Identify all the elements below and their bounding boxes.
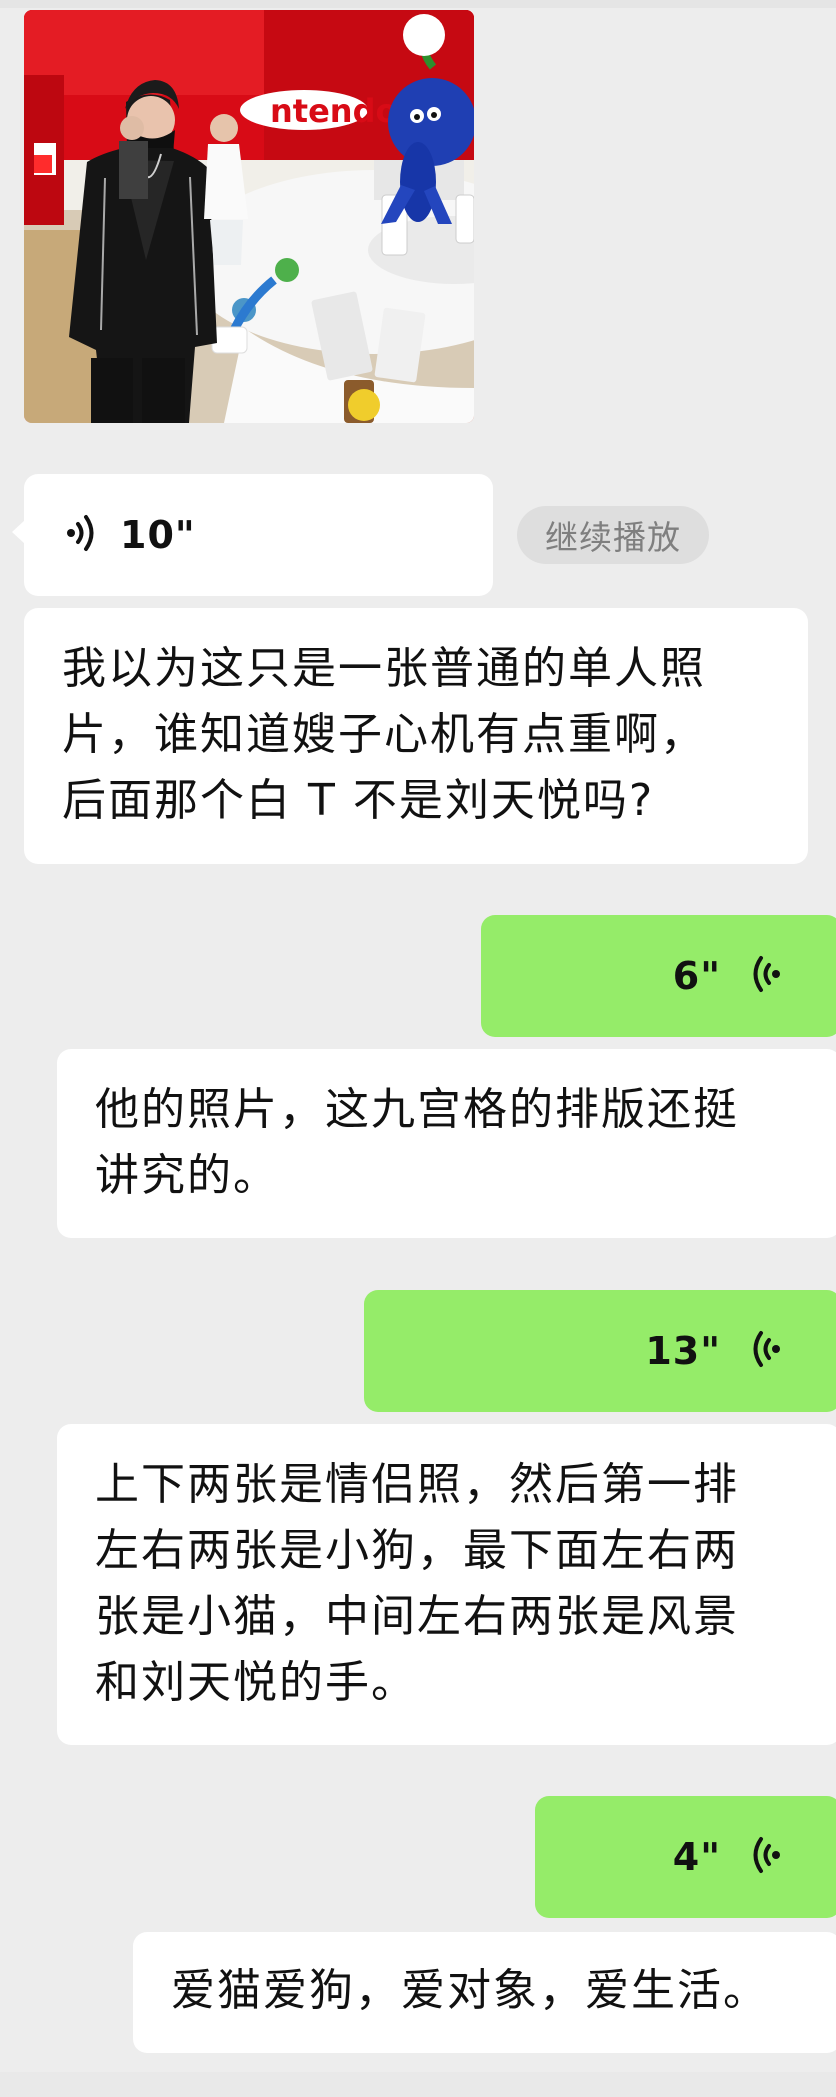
voice-duration: 13" xyxy=(645,1329,721,1373)
chat-screen: ntendo 10" 继续播放 我以为这只是一张普通的单人照 片，谁知道嫂子心机… xyxy=(0,0,836,2097)
voice-duration: 4" xyxy=(672,1835,721,1879)
voice-wave-icon xyxy=(749,1835,781,1879)
voice-wave-icon xyxy=(749,1329,781,1373)
voice-wave-icon xyxy=(749,954,781,998)
message-line: 片，谁知道嫂子心机有点重啊， xyxy=(62,709,706,760)
store-photo: ntendo xyxy=(24,10,474,423)
message-line: 讲究的。 xyxy=(95,1150,279,1201)
incoming-text-message[interactable]: 爱猫爱狗，爱对象，爱生活。 xyxy=(133,1932,836,2053)
voice-duration: 6" xyxy=(672,954,721,998)
message-line: 爱猫爱狗，爱对象，爱生活。 xyxy=(171,1965,769,2016)
incoming-text-message[interactable]: 我以为这只是一张普通的单人照 片，谁知道嫂子心机有点重啊， 后面那个白 T 不是… xyxy=(24,608,808,864)
continue-play-button[interactable]: 继续播放 xyxy=(517,506,709,564)
message-line: 左右两张是小狗，最下面左右两 xyxy=(95,1525,739,1576)
outgoing-voice-message[interactable]: 4" xyxy=(535,1796,836,1918)
incoming-voice-message[interactable]: 10" xyxy=(12,474,493,596)
voice-wave-icon xyxy=(66,513,98,557)
top-divider xyxy=(0,0,836,8)
voice-duration: 10" xyxy=(120,513,196,557)
outgoing-voice-message[interactable]: 6" xyxy=(481,915,836,1037)
incoming-text-message[interactable]: 上下两张是情侣照，然后第一排 左右两张是小狗，最下面左右两 张是小猫，中间左右两… xyxy=(57,1424,836,1745)
incoming-text-message[interactable]: 他的照片，这九宫格的排版还挺 讲究的。 xyxy=(57,1049,836,1238)
outgoing-voice-message[interactable]: 13" xyxy=(364,1290,836,1412)
photo-message[interactable]: ntendo xyxy=(24,10,474,423)
message-line: 上下两张是情侣照，然后第一排 xyxy=(95,1459,739,1510)
bottom-divider xyxy=(0,2072,836,2097)
message-line: 后面那个白 T 不是刘天悦吗? xyxy=(62,775,655,826)
message-line: 我以为这只是一张普通的单人照 xyxy=(62,643,706,694)
message-line: 和刘天悦的手。 xyxy=(95,1657,417,1708)
message-line: 张是小猫，中间左右两张是风景 xyxy=(95,1591,739,1642)
svg-text:ntendo: ntendo xyxy=(270,92,397,130)
message-line: 他的照片，这九宫格的排版还挺 xyxy=(95,1084,739,1135)
